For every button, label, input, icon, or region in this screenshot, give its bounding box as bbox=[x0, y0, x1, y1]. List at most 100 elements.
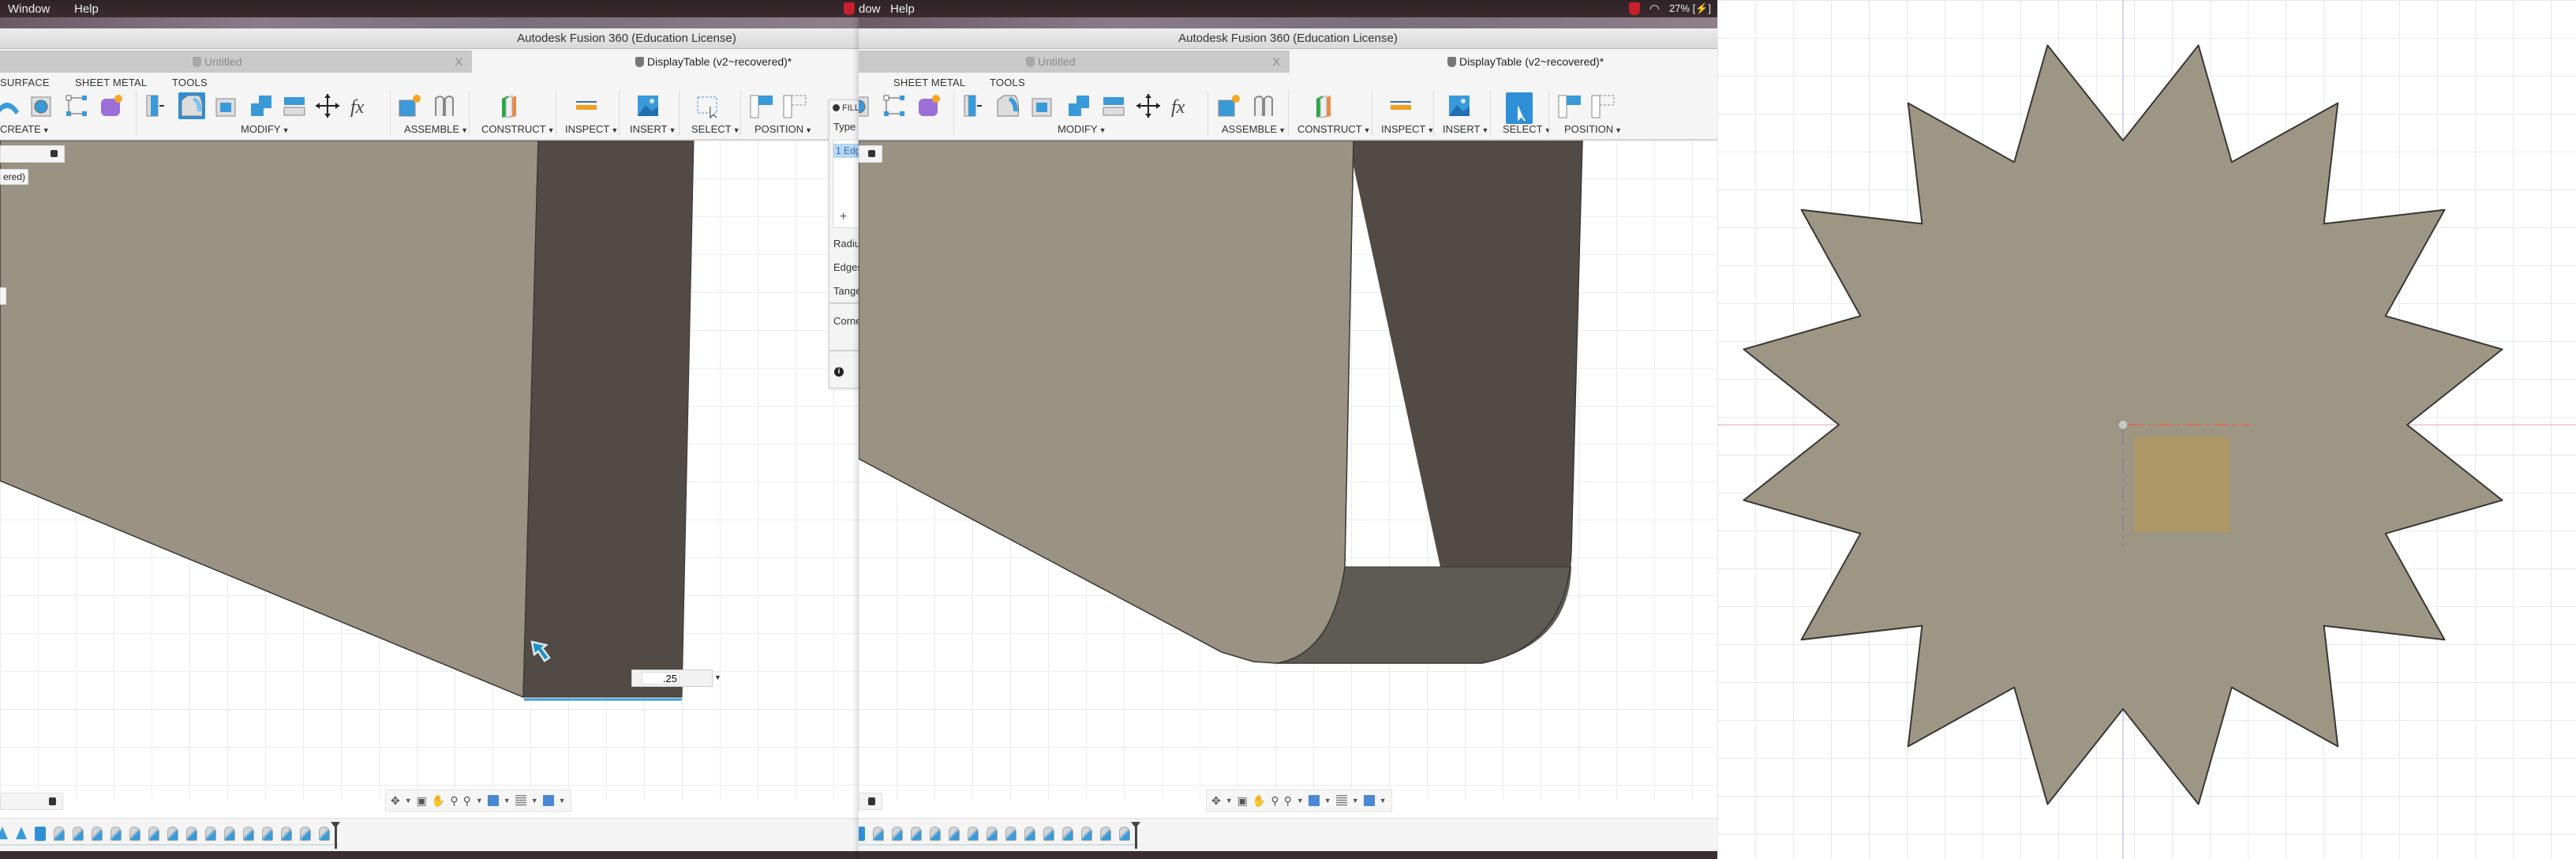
mcafee-icon[interactable] bbox=[843, 2, 855, 15]
split-body-icon[interactable] bbox=[1100, 92, 1127, 119]
display-dropdown[interactable]: ▼ bbox=[504, 797, 511, 805]
close-tab-icon[interactable]: X bbox=[455, 51, 462, 73]
timeline[interactable] bbox=[0, 818, 859, 851]
workspace-tab-surface[interactable]: SURFACE bbox=[0, 77, 50, 88]
menu-window[interactable]: Window bbox=[8, 2, 50, 16]
timeline-fillet-item[interactable] bbox=[129, 827, 140, 841]
timeline-fillet-item[interactable] bbox=[300, 827, 311, 841]
insert-image-icon[interactable] bbox=[635, 92, 661, 119]
timeline-fillet-item[interactable] bbox=[186, 827, 197, 841]
insert-image-icon[interactable] bbox=[1446, 92, 1473, 119]
grid-dropdown[interactable]: ▼ bbox=[1352, 797, 1359, 805]
offset-plane-icon[interactable] bbox=[1312, 92, 1339, 119]
timeline-fillet-item[interactable] bbox=[968, 827, 979, 841]
mcafee-icon[interactable] bbox=[1628, 2, 1640, 15]
timeline-fillet-item[interactable] bbox=[205, 827, 216, 841]
insert-menu[interactable]: INSERT ▼ bbox=[630, 123, 676, 135]
timeline-fillet-item[interactable] bbox=[148, 827, 159, 841]
assemble-menu[interactable]: ASSEMBLE ▼ bbox=[404, 123, 468, 135]
shell-icon[interactable] bbox=[1029, 92, 1056, 119]
grid-settings-icon[interactable] bbox=[1335, 795, 1347, 806]
edge-selection-list[interactable]: 1 Edge + bbox=[833, 140, 859, 228]
display-settings-icon[interactable] bbox=[487, 795, 499, 806]
table-body-filleted-model[interactable] bbox=[859, 141, 1717, 800]
grid-dropdown[interactable]: ▼ bbox=[531, 797, 538, 805]
move-icon[interactable] bbox=[314, 92, 341, 119]
sketch-pattern-icon[interactable] bbox=[63, 92, 90, 119]
tab-displaytable[interactable]: DisplayTable (v2~recovered)* bbox=[472, 51, 859, 73]
info-icon[interactable]: i bbox=[834, 367, 844, 377]
workspace-tab-sheet-metal[interactable]: SHEET METAL bbox=[893, 77, 965, 88]
position-menu[interactable]: POSITION ▼ bbox=[1564, 123, 1622, 135]
assemble-menu[interactable]: ASSEMBLE ▼ bbox=[1222, 123, 1286, 135]
tab-untitled[interactable]: Untitled X bbox=[0, 51, 472, 73]
create-menu[interactable]: CREATE ▼ bbox=[0, 123, 50, 135]
menu-help[interactable]: Help bbox=[890, 2, 915, 16]
menu-window[interactable]: dow bbox=[859, 2, 881, 16]
position-menu[interactable]: POSITION ▼ bbox=[754, 123, 812, 135]
split-body-icon[interactable] bbox=[281, 92, 308, 119]
zoom-dropdown[interactable]: ▼ bbox=[1297, 797, 1304, 805]
timeline-fillet-item[interactable] bbox=[1043, 827, 1054, 841]
timeline-fillet-item[interactable] bbox=[1024, 827, 1035, 841]
orbit-dropdown[interactable]: ▼ bbox=[405, 797, 412, 805]
star-tabletop-sketch[interactable] bbox=[1717, 0, 2576, 859]
timeline-fillet-item[interactable] bbox=[1119, 827, 1130, 841]
timeline-fillet-item[interactable] bbox=[262, 827, 273, 841]
menu-help[interactable]: Help bbox=[74, 2, 99, 16]
fillet-radius-input[interactable] bbox=[642, 672, 680, 685]
pin-icon[interactable] bbox=[49, 797, 56, 805]
browser-panel-header[interactable] bbox=[0, 145, 65, 163]
zoom-window-icon[interactable]: ⚲ bbox=[1271, 794, 1279, 808]
window-select-icon[interactable] bbox=[695, 92, 721, 119]
timeline-fillet-item[interactable] bbox=[1005, 827, 1017, 841]
select-menu[interactable]: SELECT▼ bbox=[691, 123, 740, 135]
browser-panel-header[interactable] bbox=[859, 145, 882, 163]
timeline[interactable] bbox=[859, 818, 1717, 851]
inspect-menu[interactable]: INSPECT ▼ bbox=[565, 123, 618, 135]
revert-position-icon[interactable] bbox=[1589, 92, 1616, 119]
origin-point[interactable] bbox=[2117, 419, 2129, 430]
fillet-tool-selected[interactable] bbox=[178, 92, 205, 119]
parameters-fx-icon[interactable]: fx bbox=[1170, 92, 1196, 119]
workspace-tab-tools[interactable]: TOOLS bbox=[172, 77, 208, 88]
viewports-icon[interactable] bbox=[1363, 795, 1375, 806]
timeline-fillet-item[interactable] bbox=[92, 827, 103, 841]
pan-icon[interactable]: ✋ bbox=[1252, 794, 1266, 808]
revert-position-icon[interactable] bbox=[781, 92, 808, 119]
timeline-fillet-item[interactable] bbox=[1100, 827, 1111, 841]
timeline-fillet-item[interactable] bbox=[911, 827, 922, 841]
timeline-marker[interactable] bbox=[1131, 822, 1140, 849]
orbit-dropdown[interactable]: ▼ bbox=[1226, 797, 1233, 805]
timeline-fillet-item[interactable] bbox=[167, 827, 178, 841]
modify-menu[interactable]: MODIFY ▼ bbox=[1058, 123, 1106, 135]
zoom-dropdown[interactable]: ▼ bbox=[476, 797, 483, 805]
timeline-fillet-item[interactable] bbox=[1062, 827, 1073, 841]
combine-icon[interactable] bbox=[248, 92, 275, 119]
hole-icon[interactable] bbox=[28, 92, 55, 119]
tab-displaytable[interactable]: DisplayTable (v2~recovered)* bbox=[1290, 51, 1717, 73]
offset-plane-icon[interactable] bbox=[497, 92, 524, 119]
construct-menu[interactable]: CONSTRUCT ▼ bbox=[481, 123, 555, 135]
shell-icon[interactable] bbox=[213, 92, 240, 119]
radius-dropdown-icon[interactable]: ▼ bbox=[714, 673, 721, 681]
create-form-icon[interactable] bbox=[915, 92, 942, 119]
selected-edge-item[interactable]: 1 Edge bbox=[833, 144, 859, 158]
display-dropdown[interactable]: ▼ bbox=[1324, 797, 1331, 805]
capture-position-icon[interactable] bbox=[748, 92, 775, 119]
wifi-icon[interactable]: ◠ bbox=[1649, 2, 1660, 16]
close-tab-icon[interactable]: X bbox=[1273, 51, 1280, 73]
orbit-icon[interactable]: ✥ bbox=[1211, 794, 1221, 808]
zoom-window-icon[interactable]: ⚲ bbox=[450, 794, 458, 808]
pin-icon[interactable] bbox=[868, 150, 875, 157]
workspace-tab-sheet-metal[interactable]: SHEET METAL bbox=[75, 77, 147, 88]
add-selection-icon[interactable]: + bbox=[840, 210, 847, 224]
timeline-fillet-item[interactable] bbox=[319, 827, 330, 841]
viewports-dropdown[interactable]: ▼ bbox=[559, 797, 566, 805]
timeline-fillet-item[interactable] bbox=[110, 827, 122, 841]
look-at-icon[interactable]: ▣ bbox=[1237, 794, 1248, 808]
capture-position-icon[interactable] bbox=[1556, 92, 1583, 119]
viewports-icon[interactable] bbox=[542, 795, 554, 806]
new-component-icon[interactable] bbox=[1215, 92, 1242, 119]
pin-icon[interactable] bbox=[868, 797, 875, 805]
